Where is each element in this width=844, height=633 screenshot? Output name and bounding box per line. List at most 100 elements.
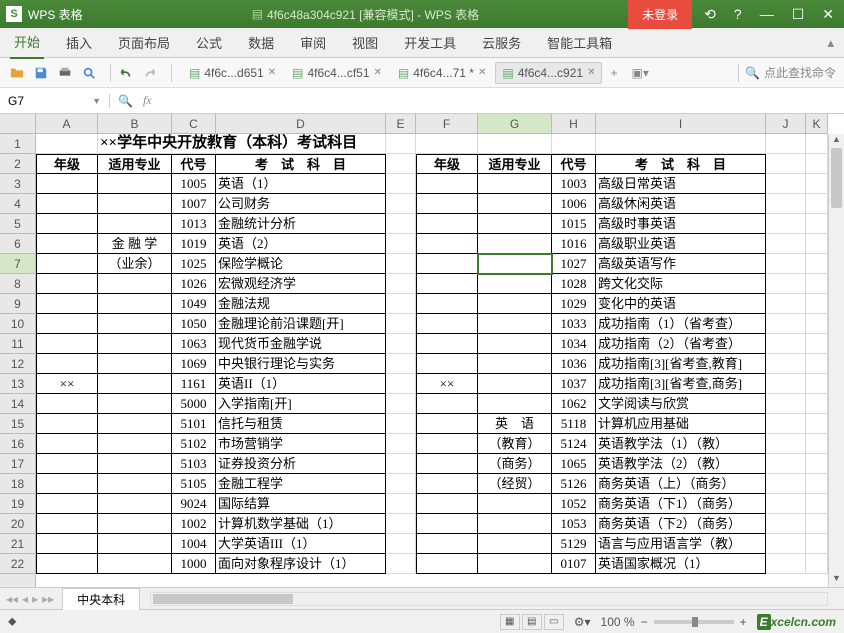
cell[interactable]: 英语（1） [216, 174, 386, 194]
cell[interactable]: 英语教学法（1）（教） [596, 434, 766, 454]
cell[interactable]: 1053 [552, 514, 596, 534]
zoom-slider[interactable] [654, 620, 734, 624]
cell[interactable] [36, 134, 98, 154]
normal-view-icon[interactable]: ▦ [500, 614, 520, 630]
cell[interactable]: 高级休闲英语 [596, 194, 766, 214]
row-header[interactable]: 1 [0, 134, 35, 154]
cell[interactable]: 考 试 科 目 [216, 154, 386, 174]
cell[interactable] [806, 434, 828, 454]
cell[interactable] [416, 174, 478, 194]
cell[interactable]: 1052 [552, 494, 596, 514]
cell[interactable]: 1019 [172, 234, 216, 254]
cell[interactable] [416, 234, 478, 254]
column-header[interactable]: I [596, 114, 766, 133]
column-header[interactable]: G [478, 114, 552, 133]
cell[interactable]: 国际结算 [216, 494, 386, 514]
cell[interactable]: 1005 [172, 174, 216, 194]
row-header[interactable]: 19 [0, 494, 35, 514]
cell[interactable] [36, 554, 98, 574]
menu-start[interactable]: 开始 [10, 26, 44, 59]
add-tab-button[interactable]: + [604, 66, 623, 80]
cell[interactable]: 5103 [172, 454, 216, 474]
cell[interactable] [386, 514, 416, 534]
column-header[interactable]: A [36, 114, 98, 133]
cell[interactable] [36, 234, 98, 254]
column-header[interactable]: K [806, 114, 828, 133]
cell[interactable] [478, 534, 552, 554]
cell[interactable] [98, 314, 172, 334]
cell[interactable] [806, 554, 828, 574]
cell[interactable] [766, 474, 806, 494]
menu-cloud[interactable]: 云服务 [478, 27, 525, 58]
cell[interactable]: 1003 [552, 174, 596, 194]
cell[interactable] [98, 414, 172, 434]
cell[interactable] [478, 214, 552, 234]
cell[interactable]: 1027 [552, 254, 596, 274]
cell[interactable] [36, 514, 98, 534]
cell[interactable] [416, 474, 478, 494]
cell[interactable] [98, 214, 172, 234]
cell[interactable] [386, 354, 416, 374]
menu-view[interactable]: 视图 [348, 27, 382, 58]
cell[interactable] [478, 314, 552, 334]
cell[interactable]: 金融统计分析 [216, 214, 386, 234]
cell[interactable] [416, 214, 478, 234]
doc-tab[interactable]: ▤4f6c4...cf51✕ [285, 62, 389, 84]
column-headers[interactable]: ABCDEFGHIJK [36, 114, 828, 134]
cell[interactable] [766, 234, 806, 254]
save-icon[interactable] [32, 64, 50, 82]
cell[interactable]: 1013 [172, 214, 216, 234]
cells-grid[interactable]: ××学年中央开放教育（本科）考试科目年级适用专业代号考 试 科 目年级适用专业代… [36, 134, 828, 587]
cell[interactable]: 1050 [172, 314, 216, 334]
cell[interactable] [36, 254, 98, 274]
cell[interactable] [478, 374, 552, 394]
cell[interactable] [478, 554, 552, 574]
cell[interactable]: 宏微观经济学 [216, 274, 386, 294]
cell[interactable]: 文学阅读与欣赏 [596, 394, 766, 414]
cell[interactable]: 成功指南（2）（省考查） [596, 334, 766, 354]
cell[interactable] [98, 474, 172, 494]
cell[interactable]: 成功指南[3][省考查,商务] [596, 374, 766, 394]
open-icon[interactable] [8, 64, 26, 82]
cell[interactable] [416, 534, 478, 554]
cell[interactable] [98, 294, 172, 314]
cell[interactable]: 1034 [552, 334, 596, 354]
cell[interactable]: 保险学概论 [216, 254, 386, 274]
cell[interactable] [386, 454, 416, 474]
close-tab-icon[interactable]: ✕ [374, 67, 382, 78]
cell[interactable]: 1015 [552, 214, 596, 234]
redo-icon[interactable] [141, 64, 159, 82]
cell[interactable] [552, 134, 596, 154]
cell[interactable]: 商务英语（下1）（商务） [596, 494, 766, 514]
cell[interactable] [806, 494, 828, 514]
cell[interactable]: 1029 [552, 294, 596, 314]
cell[interactable] [386, 234, 416, 254]
cell[interactable] [386, 474, 416, 494]
cell[interactable] [98, 454, 172, 474]
row-header[interactable]: 8 [0, 274, 35, 294]
cell[interactable] [596, 134, 766, 154]
cell[interactable] [36, 294, 98, 314]
cell[interactable]: 1063 [172, 334, 216, 354]
cell[interactable]: 0107 [552, 554, 596, 574]
row-header[interactable]: 20 [0, 514, 35, 534]
cell[interactable]: 面向对象程序设计（1） [216, 554, 386, 574]
close-tab-icon[interactable]: ✕ [587, 67, 595, 78]
cell[interactable]: 商务英语（下2）（商务） [596, 514, 766, 534]
cell[interactable] [416, 394, 478, 414]
cell[interactable] [386, 314, 416, 334]
cell[interactable]: 1016 [552, 234, 596, 254]
cell[interactable] [766, 294, 806, 314]
cell[interactable]: 计算机应用基础 [596, 414, 766, 434]
cell[interactable]: 1069 [172, 354, 216, 374]
cell[interactable]: 1004 [172, 534, 216, 554]
cell[interactable] [98, 394, 172, 414]
cell[interactable] [478, 514, 552, 534]
cell[interactable] [806, 134, 828, 154]
row-header[interactable]: 11 [0, 334, 35, 354]
cell[interactable] [478, 394, 552, 414]
cell[interactable]: 1065 [552, 454, 596, 474]
cell[interactable] [478, 334, 552, 354]
cell[interactable]: 信托与租赁 [216, 414, 386, 434]
cell[interactable]: 金融工程学 [216, 474, 386, 494]
